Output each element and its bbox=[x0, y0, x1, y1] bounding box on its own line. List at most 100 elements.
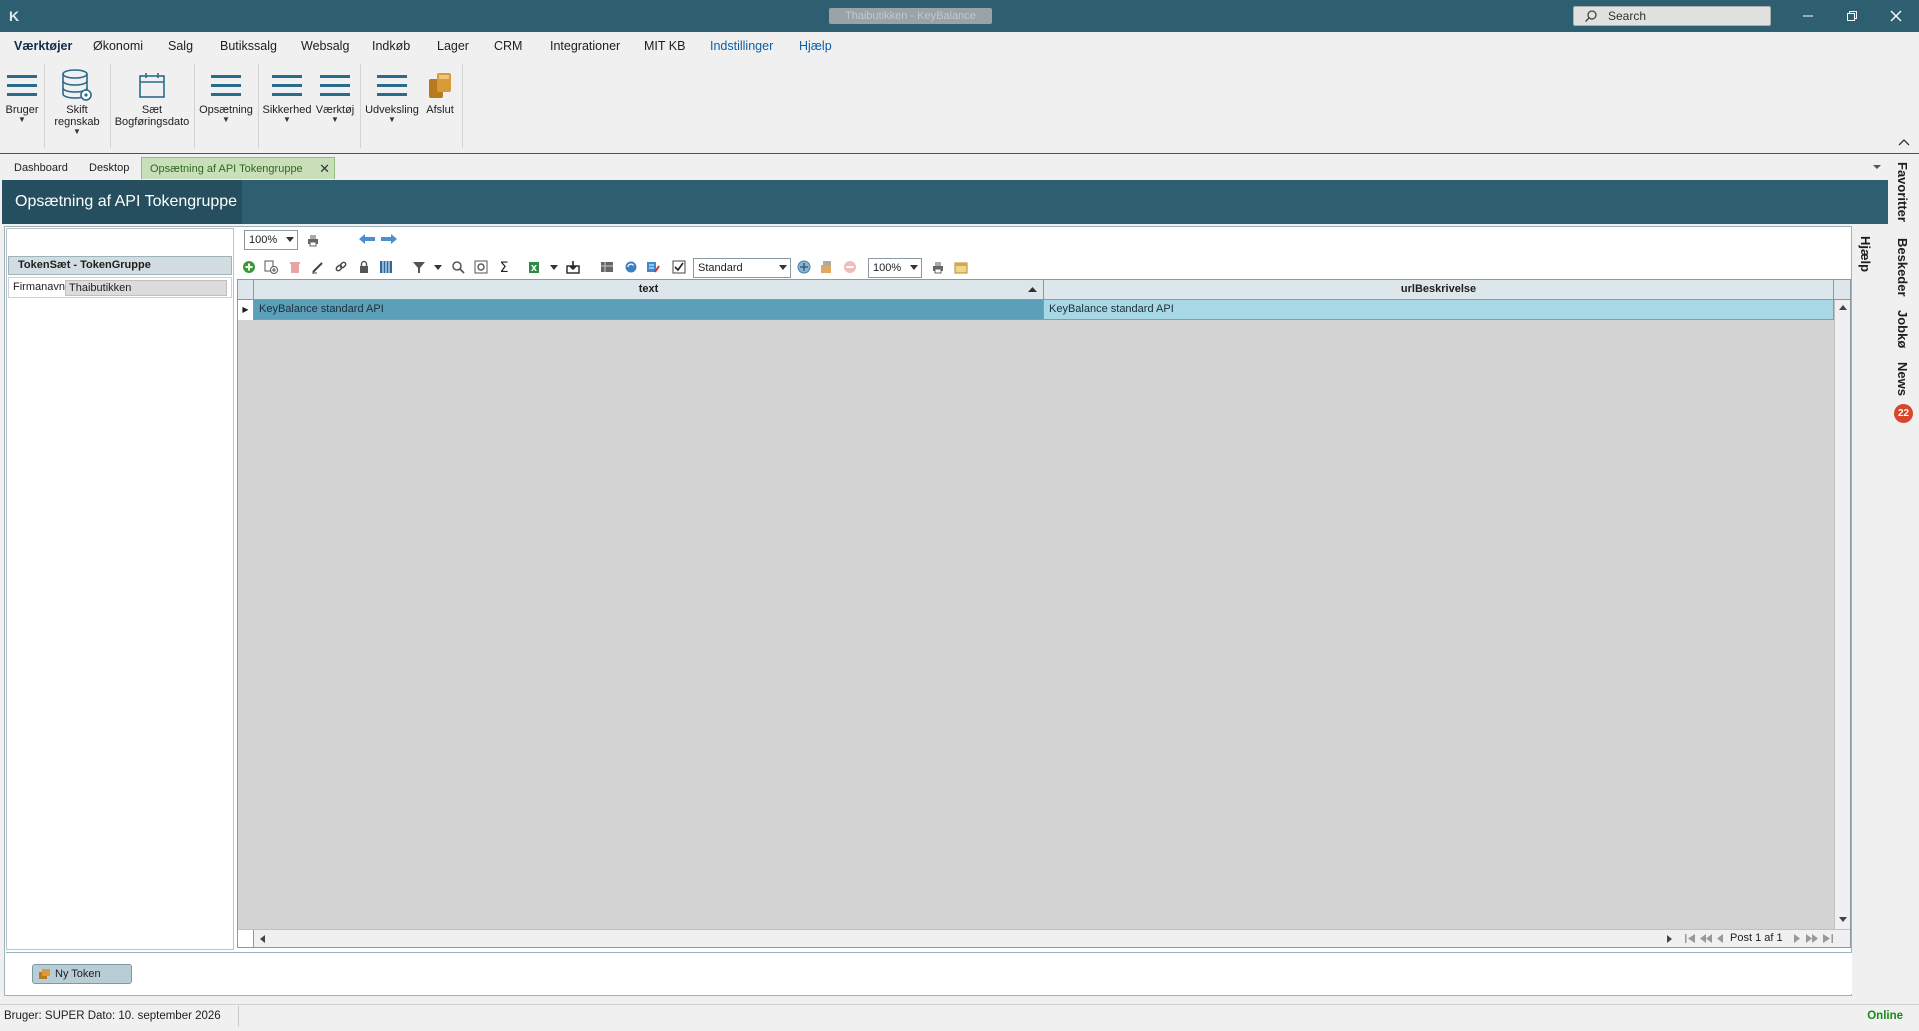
online-status: Online bbox=[1867, 1010, 1903, 1022]
layout-select[interactable]: Standard bbox=[693, 258, 791, 278]
tab-dashboard[interactable]: Dashboard bbox=[6, 157, 76, 179]
zoom-grid-icon[interactable] bbox=[474, 260, 488, 274]
help-side-tab[interactable]: Hjælp bbox=[1858, 236, 1873, 272]
arrow-left-icon[interactable] bbox=[358, 233, 376, 245]
next-page-icon[interactable] bbox=[1806, 934, 1818, 943]
menu-indkoeb[interactable]: Indkøb bbox=[372, 38, 410, 54]
previous-page-icon[interactable] bbox=[1700, 934, 1712, 943]
lock-record-icon[interactable] bbox=[357, 260, 371, 274]
status-user-date: Bruger: SUPER Dato: 10. september 2026 bbox=[4, 1010, 221, 1022]
minimize-button[interactable] bbox=[1786, 0, 1830, 32]
horizontal-scrollbar[interactable]: Post 1 af 1 bbox=[238, 929, 1850, 947]
scroll-left-icon[interactable] bbox=[260, 935, 266, 943]
remove-layout-icon[interactable] bbox=[843, 260, 857, 274]
import-icon[interactable] bbox=[566, 260, 580, 274]
refresh-grid-icon[interactable] bbox=[624, 260, 638, 274]
menu-websalg[interactable]: Websalg bbox=[301, 38, 349, 54]
edit-pencil-icon[interactable] bbox=[311, 260, 325, 274]
close-window-button[interactable] bbox=[1874, 0, 1918, 32]
tab-opsaetning-api[interactable]: Opsætning af API Tokengruppe ✕ bbox=[141, 157, 335, 179]
record-pager: Post 1 af 1 bbox=[1730, 932, 1783, 944]
arrow-right-icon[interactable] bbox=[380, 233, 398, 245]
zoom-left-value: 100% bbox=[249, 234, 278, 246]
saet-bogfoeringsdato-button[interactable]: Sæt Bogføringsdato bbox=[114, 66, 190, 128]
filter-dropdown-icon[interactable] bbox=[434, 265, 442, 271]
scroll-right-icon[interactable] bbox=[1667, 935, 1673, 943]
column-header-urlbeskrivelse[interactable]: urlBeskrivelse bbox=[1044, 280, 1834, 299]
search-placeholder: Search bbox=[1608, 9, 1647, 23]
menu-butikssalg[interactable]: Butikssalg bbox=[220, 38, 277, 54]
opsaetning-button[interactable]: Opsætning ▼ bbox=[198, 66, 254, 124]
table-row[interactable]: ▶ KeyBalance standard API KeyBalance sta… bbox=[238, 300, 1834, 320]
previous-record-icon[interactable] bbox=[1717, 934, 1723, 943]
print-grid-icon[interactable] bbox=[931, 260, 945, 274]
close-tab-icon[interactable]: ✕ bbox=[319, 158, 330, 180]
group-header: TokenSæt - TokenGruppe bbox=[8, 256, 232, 275]
sikkerhed-button[interactable]: Sikkerhed ▼ bbox=[262, 66, 312, 124]
afslut-button[interactable]: Afslut bbox=[422, 66, 458, 116]
tab-opsaetning-label: Opsætning af API Tokengruppe bbox=[150, 163, 303, 175]
vaerktoej-button[interactable]: Værktøj ▼ bbox=[314, 66, 356, 124]
grid-view-icon[interactable] bbox=[600, 260, 614, 274]
sort-ascending-icon bbox=[1028, 287, 1037, 292]
search-input[interactable]: Search bbox=[1573, 6, 1771, 26]
menu-lager[interactable]: Lager bbox=[437, 38, 469, 54]
menu-crm[interactable]: CRM bbox=[494, 38, 522, 54]
tab-list-dropdown-icon[interactable] bbox=[1872, 163, 1882, 171]
sum-icon[interactable]: Σ bbox=[497, 260, 511, 274]
menu-lines-icon bbox=[210, 66, 242, 104]
menu-indstillinger[interactable]: Indstillinger bbox=[710, 38, 773, 54]
menu-integrationer[interactable]: Integrationer bbox=[550, 38, 620, 54]
exit-door-icon bbox=[425, 66, 455, 104]
column-header-text-label: text bbox=[638, 283, 659, 295]
ny-token-label: Ny Token bbox=[55, 968, 101, 980]
tab-desktop[interactable]: Desktop bbox=[81, 157, 137, 179]
filter-icon[interactable] bbox=[412, 260, 426, 274]
collapse-ribbon-icon[interactable] bbox=[1898, 138, 1910, 146]
last-record-icon[interactable] bbox=[1823, 934, 1833, 943]
edit-layout-icon[interactable] bbox=[646, 260, 660, 274]
menu-mit-kb[interactable]: MIT KB bbox=[644, 38, 685, 54]
ny-token-button[interactable]: Ny Token bbox=[32, 964, 132, 984]
menu-salg[interactable]: Salg bbox=[168, 38, 193, 54]
zoom-select-grid[interactable]: 100% bbox=[868, 258, 922, 278]
rail-news[interactable]: News bbox=[1895, 362, 1910, 396]
print-icon[interactable] bbox=[306, 233, 320, 247]
menu-lines-icon bbox=[319, 66, 351, 104]
rail-favoritter[interactable]: Favoritter bbox=[1895, 162, 1910, 222]
checkbox-icon[interactable] bbox=[672, 260, 686, 274]
next-record-icon[interactable] bbox=[1794, 934, 1800, 943]
menu-oekonomi[interactable]: Økonomi bbox=[93, 38, 143, 54]
add-record-icon[interactable] bbox=[242, 260, 256, 274]
first-record-icon[interactable] bbox=[1685, 934, 1695, 943]
skift-regnskab-button[interactable]: Skift regnskab ▼ bbox=[48, 66, 106, 136]
search-grid-icon[interactable] bbox=[451, 260, 465, 274]
firmanavn-field[interactable]: Thaibutikken bbox=[65, 280, 227, 296]
delete-icon[interactable] bbox=[288, 260, 302, 274]
menu-vaerktoejer[interactable]: Værktøjer bbox=[14, 38, 72, 54]
scroll-up-icon[interactable] bbox=[1839, 305, 1847, 311]
rail-jobkoe[interactable]: Jobkø bbox=[1895, 310, 1910, 348]
excel-export-icon[interactable]: X bbox=[528, 260, 542, 274]
rail-beskeder[interactable]: Beskeder bbox=[1895, 238, 1910, 297]
copy-record-icon[interactable] bbox=[264, 260, 278, 274]
excel-dropdown-icon[interactable] bbox=[550, 265, 558, 271]
vertical-scrollbar[interactable] bbox=[1834, 300, 1850, 929]
save-layout-icon[interactable] bbox=[820, 260, 834, 274]
menu-hjaelp[interactable]: Hjælp bbox=[799, 38, 832, 54]
chevron-down-icon bbox=[286, 237, 294, 242]
add-layout-icon[interactable] bbox=[797, 260, 811, 274]
cell-text[interactable]: KeyBalance standard API bbox=[254, 300, 1044, 319]
scroll-down-icon[interactable] bbox=[1839, 917, 1847, 923]
link-icon[interactable] bbox=[334, 260, 348, 274]
columns-icon[interactable] bbox=[379, 260, 393, 274]
ribbon-separator bbox=[258, 64, 259, 148]
udveksling-button[interactable]: Udveksling ▼ bbox=[364, 66, 420, 124]
column-header-text[interactable]: text bbox=[254, 280, 1044, 299]
afslut-label: Afslut bbox=[426, 104, 454, 116]
bruger-button[interactable]: Bruger ▼ bbox=[4, 66, 40, 124]
zoom-select-left[interactable]: 100% bbox=[244, 230, 298, 250]
schedule-icon[interactable] bbox=[954, 260, 968, 274]
cell-urlbeskrivelse[interactable]: KeyBalance standard API bbox=[1044, 300, 1834, 319]
restore-button[interactable] bbox=[1830, 0, 1874, 32]
